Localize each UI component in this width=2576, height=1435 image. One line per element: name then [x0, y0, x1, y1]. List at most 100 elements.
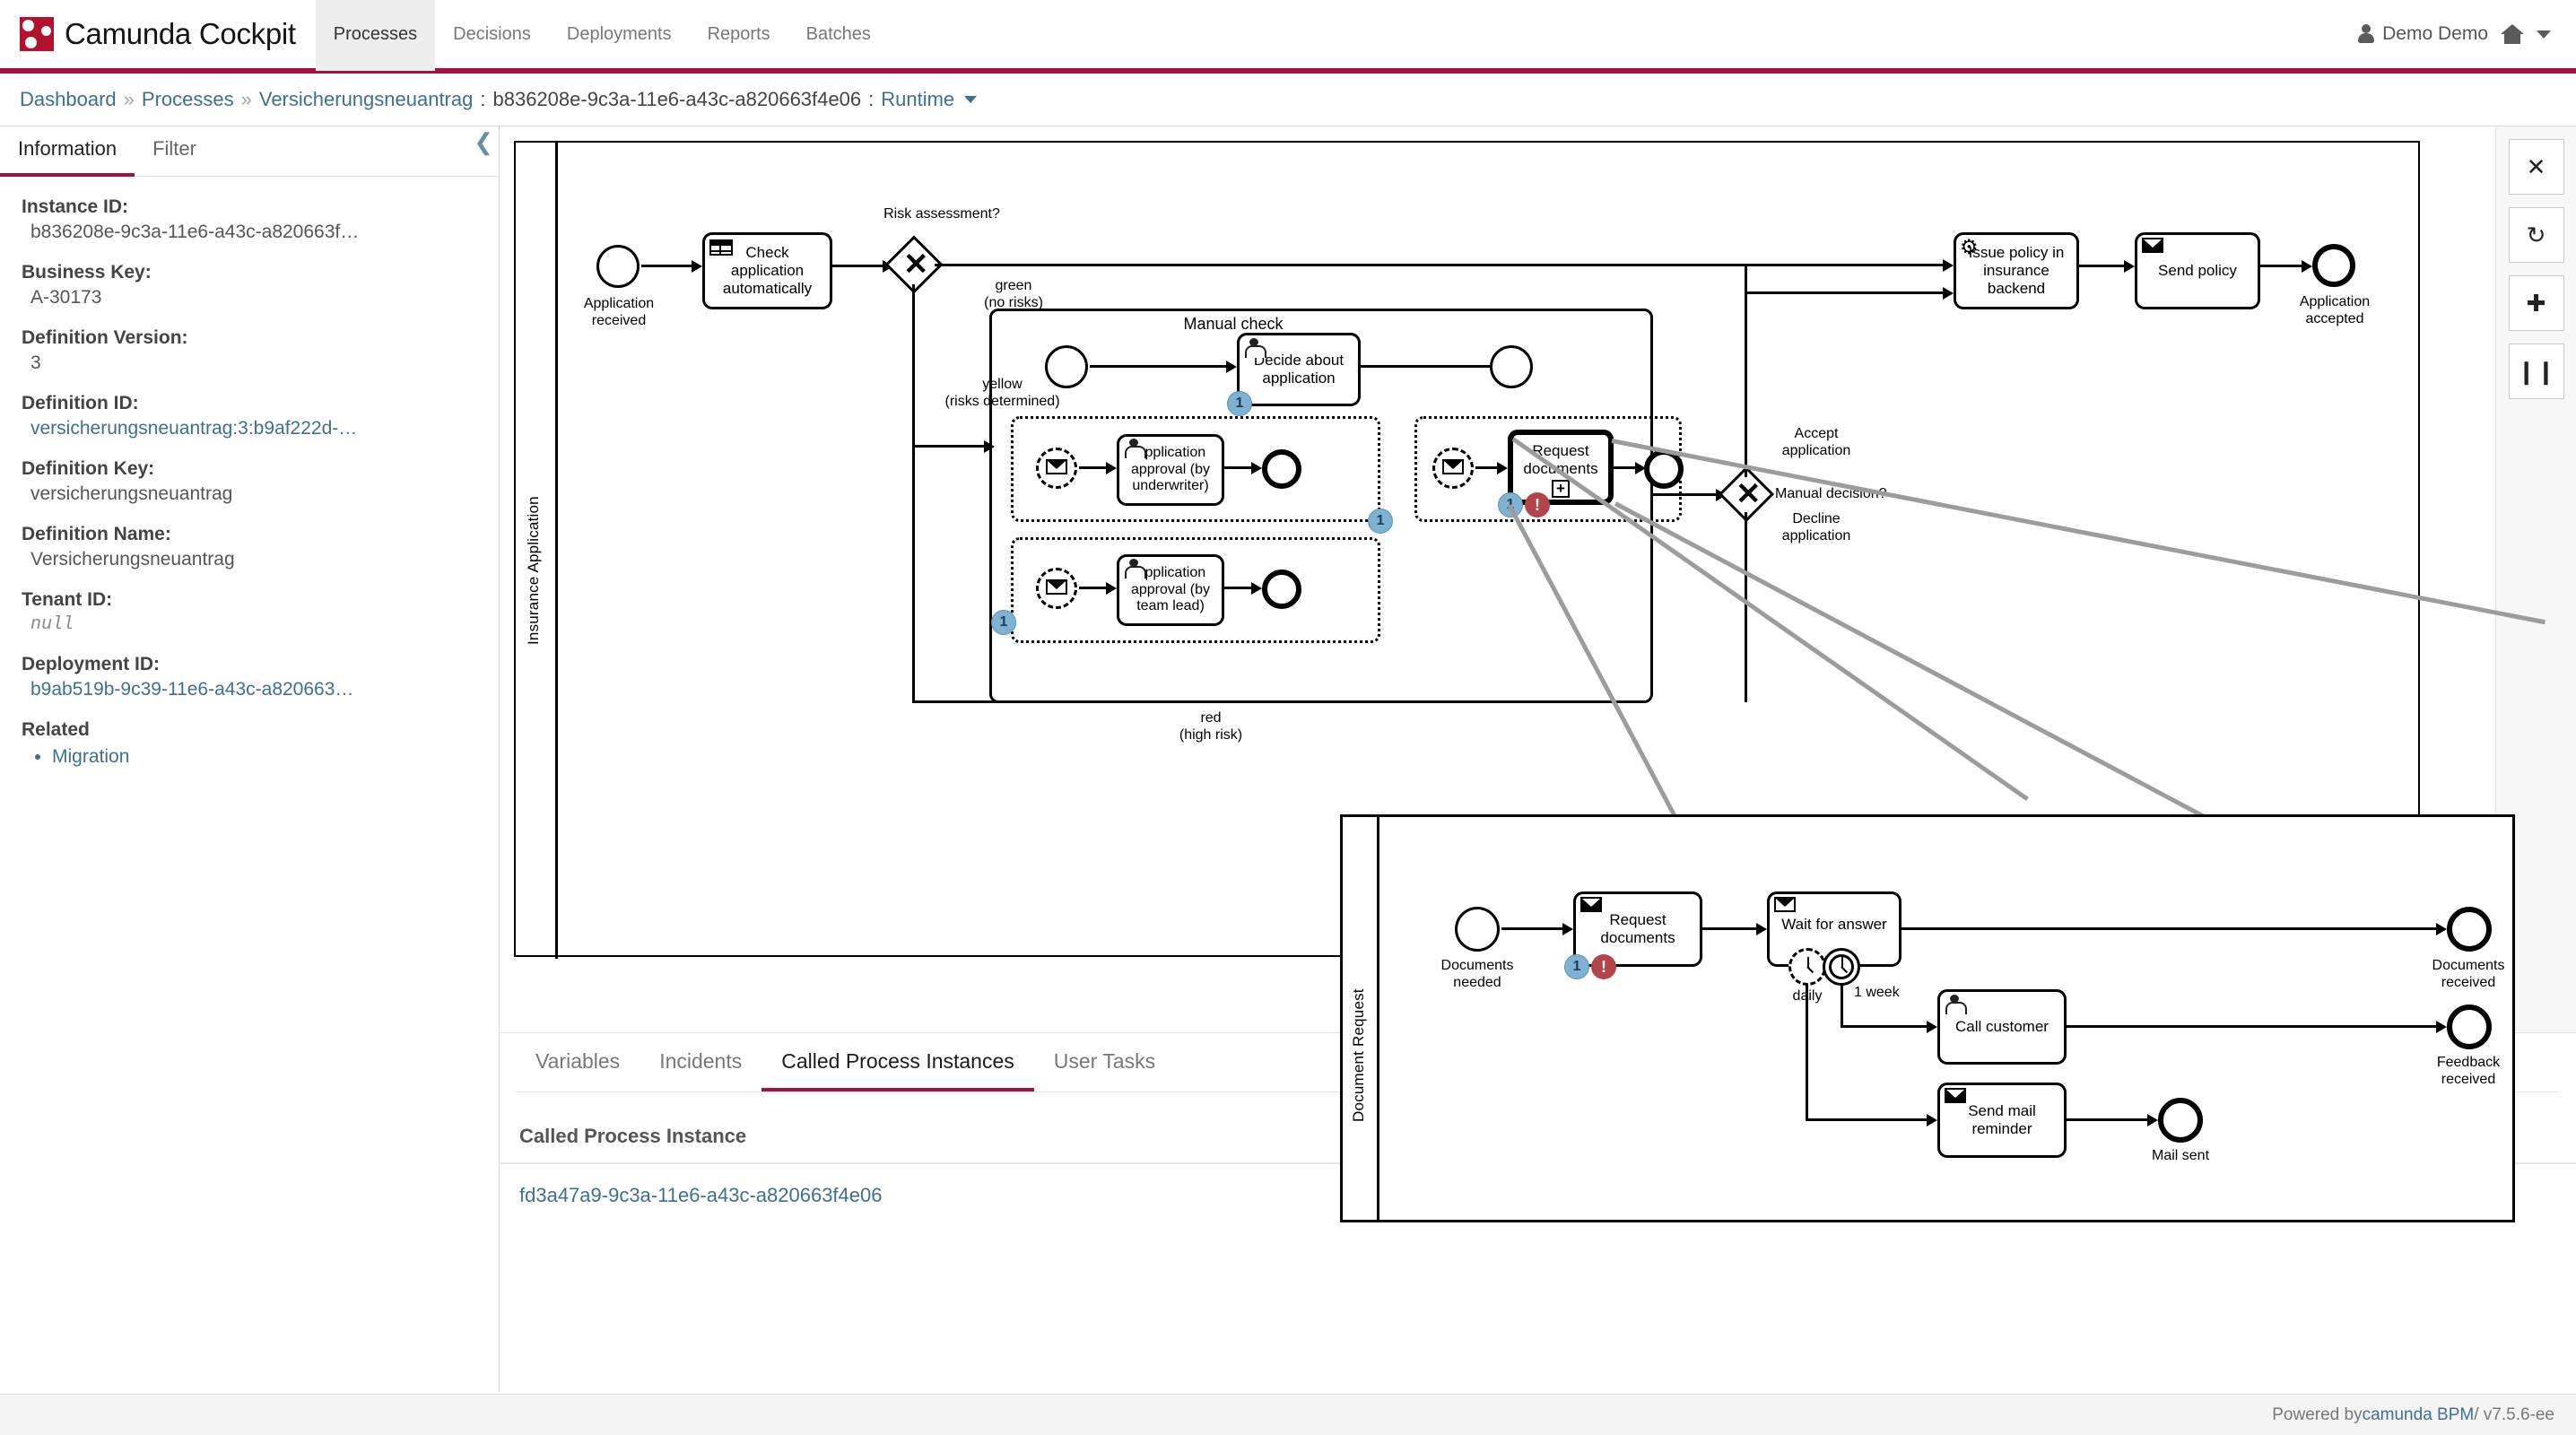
chevron-down-icon[interactable]	[964, 96, 977, 103]
sequence-flow	[1224, 466, 1253, 469]
user-task-icon	[1244, 338, 1264, 358]
breadcrumb-runtime[interactable]: Runtime	[881, 88, 954, 111]
envelope-icon	[1046, 459, 1067, 474]
nav-item-reports[interactable]: Reports	[690, 0, 788, 71]
field-label: Definition Key:	[22, 458, 477, 480]
breadcrumb-instance-id: b836208e-9c3a-11e6-a43c-a820663f4e06	[492, 88, 861, 111]
cancel-instance-button[interactable]: ✕	[2509, 139, 2564, 195]
overlay-end-event-documents-received[interactable]	[2447, 907, 2492, 952]
overlay-end-event-feedback-received[interactable]	[2447, 1004, 2492, 1049]
overlay-pool-label-document-request: Document Request	[1350, 916, 1368, 1122]
brand[interactable]: Camunda Cockpit	[0, 17, 316, 51]
cell-called-process-instance[interactable]: fd3a47a9-9c3a-11e6-a43c-a820663f4e06	[500, 1163, 1434, 1207]
field-value-link[interactable]: b9ab519b-9c39-11e6-a43c-a820663…	[22, 679, 477, 700]
event-subprocess-end-event[interactable]	[1262, 449, 1301, 489]
field-definition-name: Definition Name: Versicherungsneuantrag	[22, 524, 477, 570]
business-rule-icon	[709, 239, 733, 256]
called-process-preview-overlay[interactable]: Document Request Documents needed Reques…	[1340, 814, 2515, 1222]
activity-instance-badge[interactable]: 1	[1368, 509, 1393, 534]
envelope-icon	[1945, 1088, 1966, 1103]
sequence-flow-green	[935, 264, 1945, 266]
sequence-flow-arrow	[2436, 923, 2447, 935]
activity-instance-badge[interactable]: 1	[1227, 391, 1252, 416]
task-label: Request documents	[1600, 911, 1675, 947]
breadcrumb-colon: :	[868, 88, 874, 111]
tab-incidents[interactable]: Incidents	[640, 1033, 761, 1092]
tab-filter[interactable]: Filter	[135, 126, 214, 176]
field-business-key: Business Key: A-30173	[22, 262, 477, 309]
suspend-instance-button[interactable]: ❙❙	[2509, 344, 2564, 399]
start-event[interactable]	[596, 245, 640, 288]
sequence-flow-red	[912, 445, 915, 703]
related-item-migration[interactable]: Migration	[52, 746, 477, 768]
sequence-flow	[1224, 587, 1253, 589]
sequence-flow-arrow	[1927, 1114, 1937, 1126]
tab-user-tasks[interactable]: User Tasks	[1034, 1033, 1175, 1092]
footer-link-camunda[interactable]: camunda BPM	[2363, 1405, 2475, 1425]
overlay-incident-badge[interactable]: !	[1591, 954, 1616, 979]
flow-label-red: red (high risk)	[1144, 709, 1278, 744]
field-value-link[interactable]: versicherungsneuantrag:3:b9af222d-…	[22, 418, 477, 439]
envelope-icon	[2142, 238, 2163, 253]
breadcrumb-separator: »	[241, 88, 252, 111]
activity-instance-badge[interactable]: 1	[991, 610, 1016, 635]
chevron-left-icon[interactable]: ❮	[474, 130, 493, 153]
event-subprocess-end-event[interactable]	[1262, 570, 1301, 609]
sequence-flow-arrow	[1943, 259, 1954, 272]
overlay-start-event[interactable]	[1455, 907, 1500, 952]
timer-boundary-event-daily[interactable]	[1788, 948, 1826, 986]
user-menu[interactable]: Demo Demo	[2358, 23, 2488, 45]
sequence-flow	[2260, 265, 2303, 267]
nav-item-processes[interactable]: Processes	[316, 0, 435, 71]
gateway-risk-question-label: Risk assessment?	[861, 205, 1023, 222]
footer: Powered by camunda BPM / v7.5.6-ee	[0, 1394, 2576, 1435]
field-label: Definition Name:	[22, 524, 477, 545]
subprocess-start-event[interactable]	[1045, 345, 1088, 388]
field-label: Definition Version:	[22, 327, 477, 349]
add-variable-button[interactable]: ✚	[2509, 275, 2564, 331]
sequence-flow	[1806, 984, 1808, 1120]
restart-instance-button[interactable]: ↻	[2509, 207, 2564, 263]
field-value: b836208e-9c3a-11e6-a43c-a820663f…	[22, 222, 477, 243]
nav-item-batches[interactable]: Batches	[788, 0, 889, 71]
chevron-down-icon[interactable]	[2537, 30, 2551, 39]
home-icon[interactable]	[2501, 24, 2524, 44]
breadcrumb-definition[interactable]: Versicherungsneuantrag	[259, 88, 474, 111]
sequence-flow	[1702, 927, 1758, 930]
sequence-flow	[641, 265, 693, 267]
sequence-flow-arrow	[2124, 260, 2135, 273]
nav-item-decisions[interactable]: Decisions	[435, 0, 549, 71]
field-definition-version: Definition Version: 3	[22, 327, 477, 374]
envelope-icon	[1774, 897, 1796, 912]
nav-item-deployments[interactable]: Deployments	[549, 0, 690, 71]
overlay-end-event-mail-sent[interactable]	[2158, 1098, 2203, 1143]
user-task-icon	[1124, 439, 1144, 458]
related-title: Related	[22, 719, 477, 741]
breadcrumb-processes[interactable]: Processes	[142, 88, 234, 111]
sequence-flow	[2079, 265, 2126, 267]
sequence-flow	[1079, 587, 1108, 589]
incident-badge[interactable]: !	[1525, 492, 1550, 517]
task-label: Call customer	[1955, 1018, 2049, 1036]
instance-sidebar: Information Filter ❮ Instance ID: b83620…	[0, 126, 500, 1392]
sequence-flow	[1614, 466, 1637, 469]
timer-boundary-event-1week[interactable]	[1823, 948, 1860, 986]
app-title: Camunda Cockpit	[65, 17, 296, 51]
zoom-connector-line	[1612, 439, 2546, 624]
sidebar-content: Instance ID: b836208e-9c3a-11e6-a43c-a82…	[0, 177, 499, 806]
overlay-activity-instance-badge[interactable]: 1	[1564, 954, 1589, 979]
breadcrumb: Dashboard » Processes » Versicherungsneu…	[0, 74, 2576, 126]
end-event-application-accepted[interactable]	[2312, 244, 2355, 287]
tab-called-process-instances[interactable]: Called Process Instances	[761, 1033, 1034, 1092]
task-label: Wait for answer	[1781, 916, 1886, 934]
tab-variables[interactable]: Variables	[516, 1033, 640, 1092]
camunda-logo-icon	[20, 17, 54, 51]
breadcrumb-dashboard[interactable]: Dashboard	[20, 88, 117, 111]
end-event-label: Application accepted	[2276, 293, 2393, 327]
tab-information[interactable]: Information	[0, 126, 135, 176]
subprocess-end-event[interactable]	[1490, 345, 1533, 388]
sequence-flow-arrow	[2147, 1114, 2158, 1126]
field-value: 3	[22, 352, 477, 374]
sequence-flow-arrow	[692, 260, 702, 273]
envelope-icon	[1442, 459, 1464, 474]
